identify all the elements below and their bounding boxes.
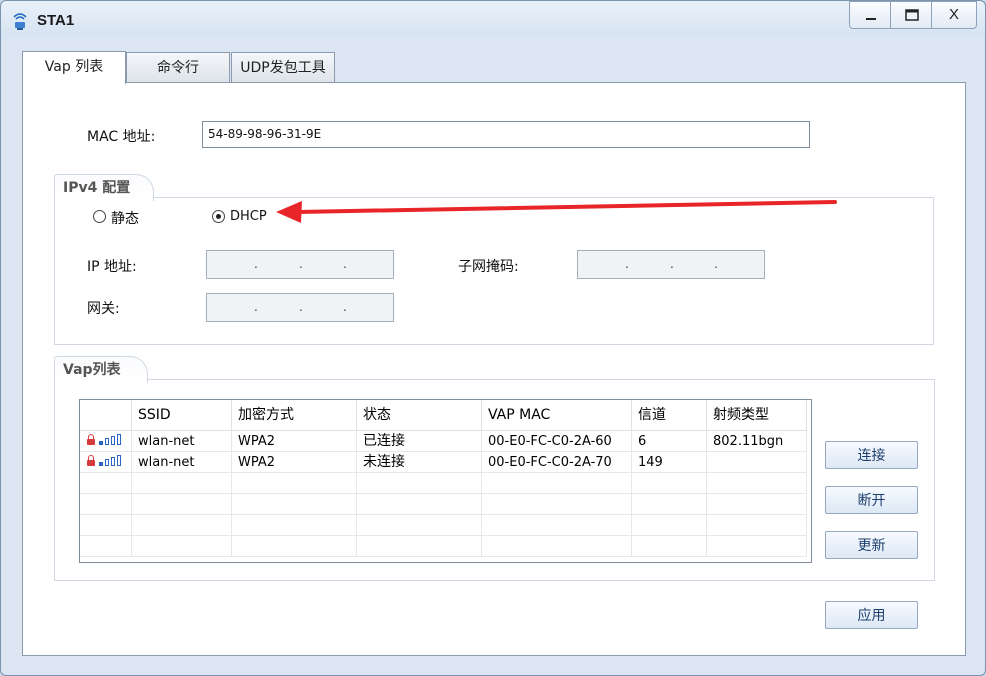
vap-table: SSID 加密方式 状态 VAP MAC 信道 射频类型 wlan-net WP… xyxy=(79,399,812,563)
mac-label: MAC 地址: xyxy=(87,129,156,145)
row-status-icons xyxy=(80,431,132,452)
cell-ssid: wlan-net xyxy=(132,431,232,452)
cell-encryption: WPA2 xyxy=(232,431,357,452)
window-title: STA1 xyxy=(37,12,75,29)
column-header-radio-type[interactable]: 射频类型 xyxy=(707,400,807,431)
maximize-icon xyxy=(905,9,919,21)
cell-status: 未连接 xyxy=(357,452,482,473)
connect-button[interactable]: 连接 xyxy=(825,441,918,469)
cell-channel: 149 xyxy=(632,452,707,473)
maximize-button[interactable] xyxy=(890,1,933,29)
title-bar[interactable]: STA1 X xyxy=(1,1,985,37)
vap-group-title: Vap列表 xyxy=(54,356,148,383)
subnet-mask-label: 子网掩码: xyxy=(458,259,519,275)
cell-ssid: wlan-net xyxy=(132,452,232,473)
sta-app-icon xyxy=(13,13,27,30)
apply-button[interactable]: 应用 xyxy=(825,601,918,629)
lock-icon xyxy=(87,455,95,466)
signal-bar-icon xyxy=(99,441,103,445)
column-header-status[interactable]: 状态 xyxy=(357,400,482,431)
close-icon: X xyxy=(948,6,959,23)
tab-vap-list[interactable]: Vap 列表 xyxy=(22,51,126,84)
cell-vap-mac: 00-E0-FC-C0-2A-60 xyxy=(482,431,632,452)
disconnect-button[interactable]: 断开 xyxy=(825,486,918,514)
cell-vap-mac: 00-E0-FC-C0-2A-70 xyxy=(482,452,632,473)
dhcp-label: DHCP xyxy=(230,209,267,224)
tab-udp-tool[interactable]: UDP发包工具 xyxy=(231,52,335,83)
mac-address-field[interactable]: 54-89-98-96-31-9E xyxy=(202,121,810,148)
dhcp-radio[interactable] xyxy=(212,210,225,223)
cell-radio-type xyxy=(707,452,807,473)
static-radio[interactable] xyxy=(93,210,106,223)
minimize-icon xyxy=(866,18,876,20)
ip-address-field[interactable]: . . . xyxy=(206,250,394,279)
gateway-field[interactable]: . . . xyxy=(206,293,394,322)
ipv4-group-title: IPv4 配置 xyxy=(54,174,154,201)
table-header-blank xyxy=(80,400,132,431)
cell-radio-type: 802.11bgn xyxy=(707,431,807,452)
column-header-encryption[interactable]: 加密方式 xyxy=(232,400,357,431)
ip-address-label: IP 地址: xyxy=(87,259,137,275)
minimize-button[interactable] xyxy=(849,1,892,29)
column-header-ssid[interactable]: SSID xyxy=(132,400,232,431)
close-button[interactable]: X xyxy=(931,1,977,29)
subnet-mask-field[interactable]: . . . xyxy=(577,250,765,279)
static-label: 静态 xyxy=(111,211,139,227)
column-header-vap-mac[interactable]: VAP MAC xyxy=(482,400,632,431)
red-annotation-arrow xyxy=(276,200,837,223)
signal-bar-icon xyxy=(99,462,103,466)
cell-channel: 6 xyxy=(632,431,707,452)
row-status-icons xyxy=(80,452,132,473)
refresh-button[interactable]: 更新 xyxy=(825,531,918,559)
gateway-label: 网关: xyxy=(87,301,120,317)
tab-command-line[interactable]: 命令行 xyxy=(126,52,230,83)
lock-icon xyxy=(87,434,95,445)
cell-status: 已连接 xyxy=(357,431,482,452)
cell-encryption: WPA2 xyxy=(232,452,357,473)
column-header-channel[interactable]: 信道 xyxy=(632,400,707,431)
